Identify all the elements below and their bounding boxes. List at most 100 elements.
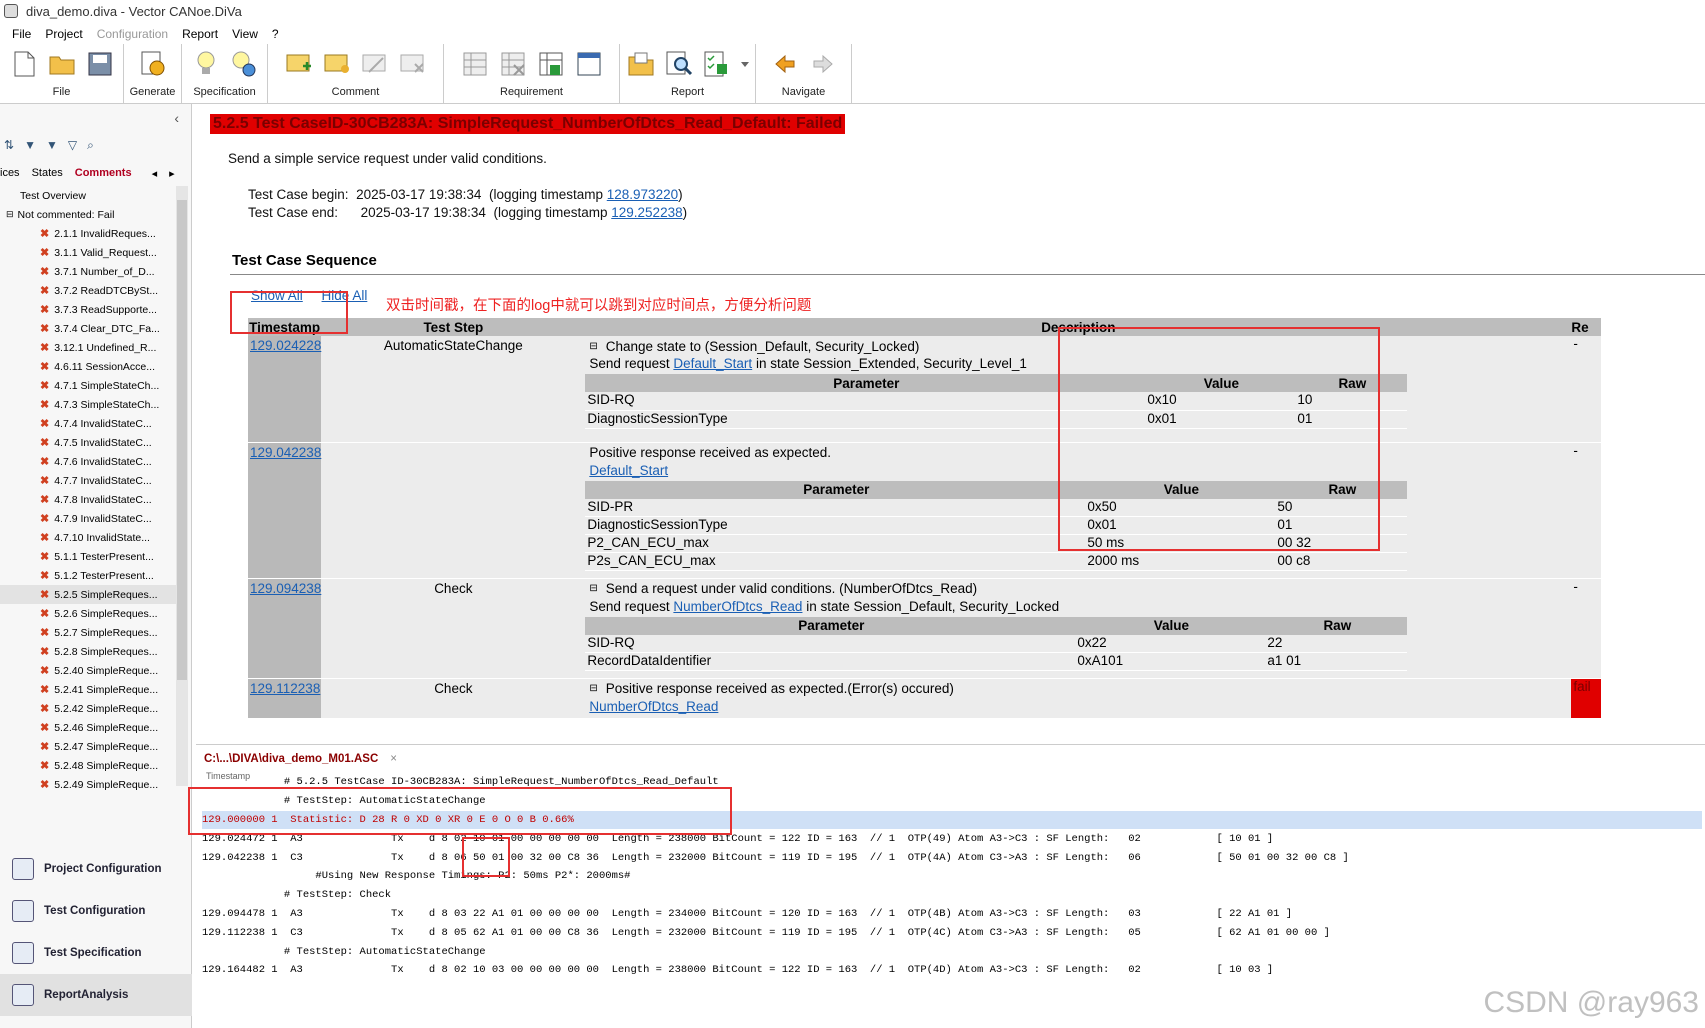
menu-help[interactable]: ? — [272, 27, 279, 41]
begin-timestamp-link[interactable]: 128.973220 — [607, 187, 678, 202]
dropdown-arrow-icon[interactable] — [740, 49, 750, 79]
tree-item[interactable]: ✖ 4.7.5 InvalidStateC... — [0, 433, 176, 452]
service-link[interactable]: NumberOfDtcs_Read — [589, 699, 718, 714]
delete-comment-icon[interactable] — [398, 49, 428, 79]
new-file-icon[interactable] — [9, 49, 39, 79]
requirement-export-icon[interactable] — [536, 49, 566, 79]
tab-scroll-right-icon[interactable]: ▸ — [169, 167, 175, 180]
log-tab[interactable]: C:\...\DIVA\diva_demo_M01.ASC × — [204, 749, 397, 769]
menu-report[interactable]: Report — [182, 27, 218, 41]
tree-item[interactable]: ✖ 5.1.2 TesterPresent... — [0, 566, 176, 585]
close-icon[interactable]: × — [390, 753, 397, 765]
log-line[interactable]: 129.042238 1 C3 Tx d 8 06 50 01 00 32 00… — [202, 848, 1702, 867]
tab-scroll-left-icon[interactable]: ◂ — [152, 167, 158, 180]
tab-comments[interactable]: Comments — [75, 167, 132, 179]
menu-project[interactable]: Project — [45, 27, 82, 41]
tree-item[interactable]: ✖ 4.7.7 InvalidStateC... — [0, 471, 176, 490]
tree-item-label: 3.7.3 ReadSupporte... — [54, 303, 157, 316]
log-line[interactable]: 129.164482 1 A3 Tx d 8 02 10 03 00 00 00… — [202, 961, 1702, 980]
requirement-window-icon[interactable] — [574, 49, 604, 79]
tree-item[interactable]: ✖ 2.1.1 InvalidReques... — [0, 224, 176, 243]
tree-item[interactable]: ✖ 3.7.3 ReadSupporte... — [0, 300, 176, 319]
fail-x-icon: ✖ — [40, 418, 50, 430]
log-line[interactable]: # TestStep: Check — [202, 886, 1702, 905]
tree-item[interactable]: ✖ 5.2.5 SimpleReques... — [0, 585, 176, 604]
edit-comment-icon[interactable] — [360, 49, 390, 79]
tree-item[interactable]: ✖ 4.7.4 InvalidStateC... — [0, 414, 176, 433]
tree-scroll-thumb[interactable] — [177, 200, 187, 680]
requirement-table-icon[interactable] — [460, 49, 490, 79]
timestamp-link[interactable]: 129.042238 — [250, 445, 321, 460]
requirement-remove-icon[interactable] — [498, 49, 528, 79]
lightbulb-icon[interactable] — [191, 49, 221, 79]
nav-test-specification[interactable]: Test Specification — [0, 932, 192, 974]
menu-configuration[interactable]: Configuration — [97, 27, 168, 41]
open-folder-icon[interactable] — [47, 49, 77, 79]
service-link[interactable]: NumberOfDtcs_Read — [673, 599, 802, 614]
tree-item[interactable]: ✖ 5.2.7 SimpleReques... — [0, 623, 176, 642]
tree-item[interactable]: ✖ 5.2.42 SimpleReque... — [0, 699, 176, 718]
tree-item[interactable]: ✖ 4.7.3 SimpleStateCh... — [0, 395, 176, 414]
collapse-icon[interactable]: ⊟ — [589, 683, 597, 694]
log-line[interactable]: 129.112238 1 C3 Tx d 8 05 62 A1 01 00 00… — [202, 923, 1702, 942]
tree-item[interactable]: ✖ 3.7.2 ReadDTCBySt... — [0, 281, 176, 300]
tree-item[interactable]: ✖ 4.7.10 InvalidState... — [0, 528, 176, 547]
tree-item[interactable]: ✖ 5.2.8 SimpleReques... — [0, 642, 176, 661]
nav-report-analysis[interactable]: ReportAnalysis — [0, 974, 192, 1016]
collapse-panel-icon[interactable]: ‹ — [174, 110, 179, 126]
service-link[interactable]: Default_Start — [673, 356, 752, 371]
open-report-icon[interactable] — [626, 49, 656, 79]
service-link[interactable]: Default_Start — [589, 463, 668, 478]
lightbulb-globe-icon[interactable] — [229, 49, 259, 79]
search-report-icon[interactable] — [664, 49, 694, 79]
nav-test-configuration[interactable]: Test Configuration — [0, 890, 192, 932]
tree-item[interactable]: ✖ 4.6.11 SessionAcce... — [0, 357, 176, 376]
tree-item[interactable]: ✖ 5.2.6 SimpleReques... — [0, 604, 176, 623]
nav-project-configuration[interactable]: Project Configuration — [0, 848, 192, 890]
filter-clear-icon[interactable]: ▽ — [68, 138, 77, 153]
tree-item[interactable]: ✖ 5.2.48 SimpleReque... — [0, 756, 176, 775]
tree-group[interactable]: ⊟ Not commented: Fail — [0, 205, 176, 224]
add-comment-icon[interactable] — [284, 49, 314, 79]
search-icon[interactable]: ⌕ — [87, 138, 94, 153]
log-line[interactable]: 129.094478 1 A3 Tx d 8 03 22 A1 01 00 00… — [202, 905, 1702, 924]
tree-item[interactable]: ✖ 4.7.9 InvalidStateC... — [0, 509, 176, 528]
tree-item[interactable]: ✖ 5.2.46 SimpleReque... — [0, 718, 176, 737]
sort-icon[interactable]: ⇅ — [4, 138, 14, 153]
filter-icon[interactable]: ▼ — [24, 138, 36, 153]
gear-icon[interactable] — [138, 49, 168, 79]
timestamp-link[interactable]: 129.024228 — [250, 338, 321, 353]
log-line[interactable]: # TestStep: AutomaticStateChange — [202, 942, 1702, 961]
collapse-icon[interactable]: ⊟ — [589, 341, 597, 352]
tree-root[interactable]: Test Overview — [0, 186, 176, 205]
log-line[interactable]: #Using New Response Timings: P2: 50ms P2… — [202, 867, 1702, 886]
end-timestamp-link[interactable]: 129.252238 — [611, 205, 682, 220]
tree-item[interactable]: ✖ 5.2.49 SimpleReque... — [0, 775, 176, 794]
back-arrow-icon[interactable] — [770, 49, 800, 79]
forward-arrow-icon[interactable] — [808, 49, 838, 79]
report-checklist-icon[interactable] — [702, 49, 732, 79]
timestamp-link[interactable]: 129.112238 — [250, 681, 320, 696]
tree-collapse-icon[interactable]: ⊟ — [6, 209, 14, 220]
tree-item[interactable]: ✖ 3.7.1 Number_of_D... — [0, 262, 176, 281]
tree-item[interactable]: ✖ 4.7.8 InvalidStateC... — [0, 490, 176, 509]
tree-item[interactable]: ✖ 5.2.40 SimpleReque... — [0, 661, 176, 680]
tree-item[interactable]: ✖ 3.1.1 Valid_Request... — [0, 243, 176, 262]
menu-view[interactable]: View — [232, 27, 258, 41]
tree-item[interactable]: ✖ 4.7.6 InvalidStateC... — [0, 452, 176, 471]
comment-icon[interactable] — [322, 49, 352, 79]
tree-item[interactable]: ✖ 5.2.47 SimpleReque... — [0, 737, 176, 756]
tree-item[interactable]: ✖ 3.7.4 Clear_DTC_Fa... — [0, 319, 176, 338]
tab-states[interactable]: States — [32, 167, 63, 179]
menu-file[interactable]: File — [12, 27, 31, 41]
tree-item[interactable]: ✖ 5.1.1 TesterPresent... — [0, 547, 176, 566]
timestamp-link[interactable]: 129.094238 — [250, 581, 321, 596]
tab-ices[interactable]: ices — [0, 167, 20, 179]
tree-item[interactable]: ✖ 4.7.1 SimpleStateCh... — [0, 376, 176, 395]
collapse-icon[interactable]: ⊟ — [589, 583, 597, 594]
tree-item[interactable]: ✖ 3.12.1 Undefined_R... — [0, 338, 176, 357]
tree-scrollbar[interactable] — [176, 186, 188, 786]
tree-item[interactable]: ✖ 5.2.41 SimpleReque... — [0, 680, 176, 699]
filter-remove-icon[interactable]: ▼ — [46, 138, 58, 153]
save-icon[interactable] — [85, 49, 115, 79]
